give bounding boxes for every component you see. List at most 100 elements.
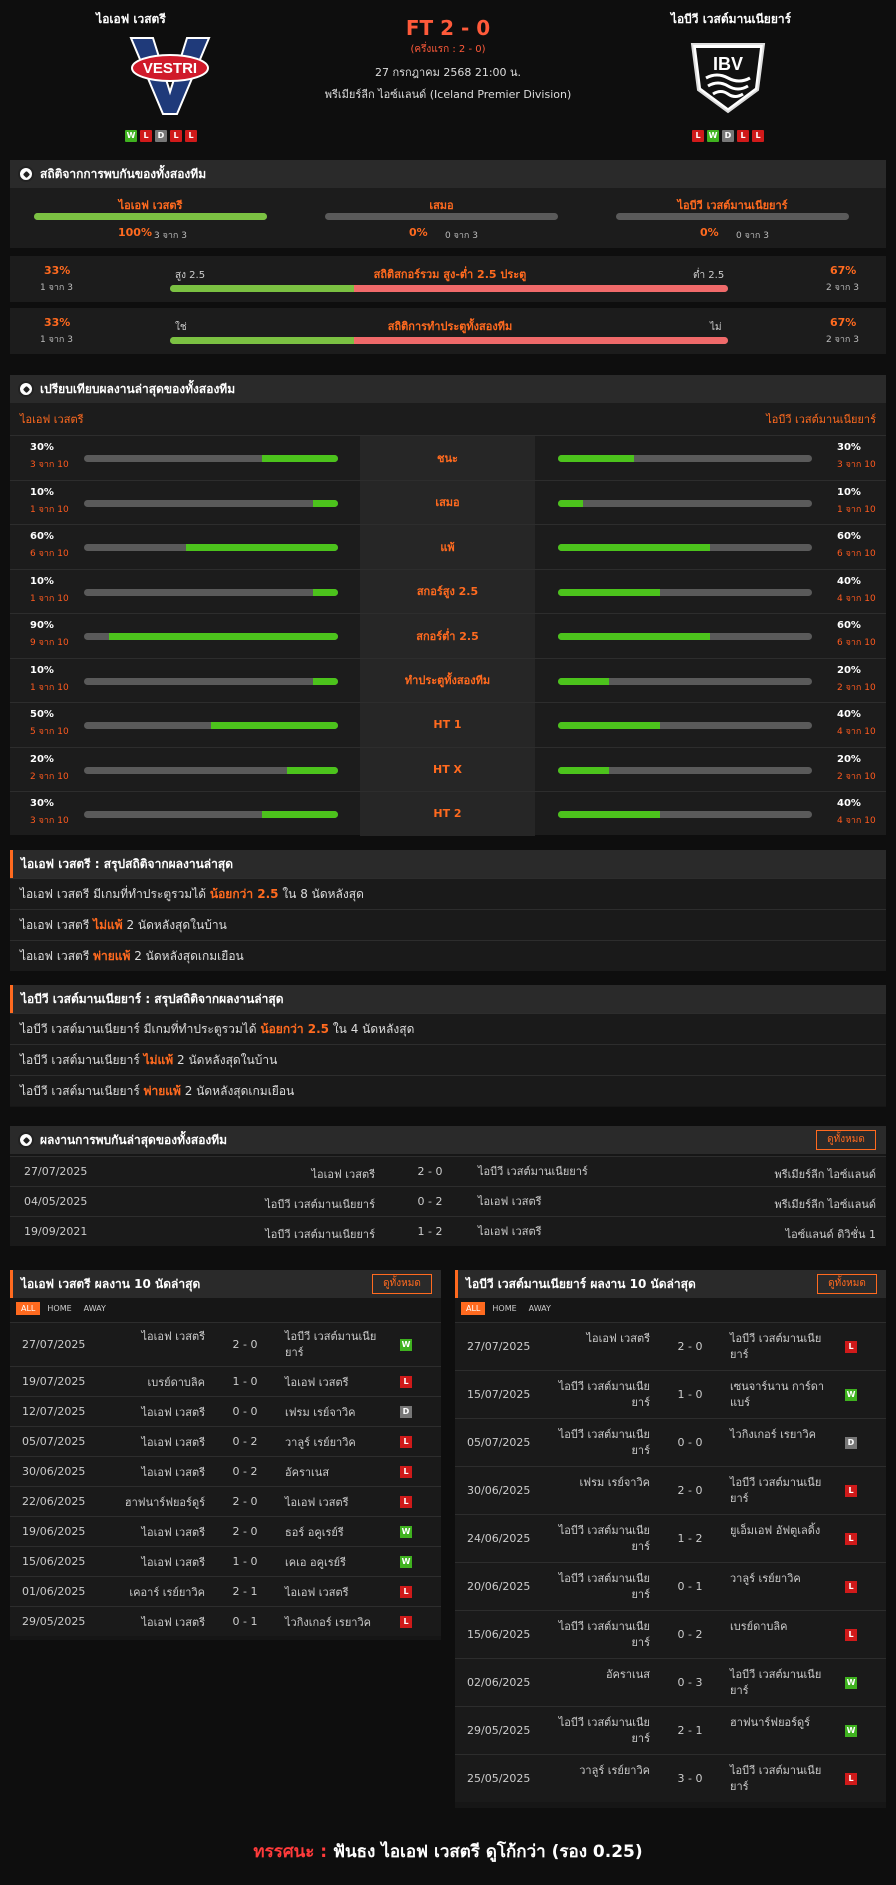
last10-row[interactable]: 22/06/2025 ฮาฟนาร์ฟยอร์ดูร์ 2 - 0 ไอเอฟ เวส… (10, 1486, 441, 1516)
h2h-col-bar (34, 213, 267, 220)
away-team-logo[interactable]: IBV (686, 34, 770, 118)
filter-tab[interactable]: ALL (16, 1302, 41, 1315)
h2h-result-row[interactable]: 19/09/2021 ไอบีวี เวสต์มานเนียยาร์ 1 - 2 ไอ… (10, 1216, 886, 1246)
last10-row[interactable]: 15/06/2025 ไอเอฟ เวสตรี 1 - 0 เคเอ อคูเรย์ร… (10, 1546, 441, 1576)
home-sub: 6 จาก 10 (30, 549, 69, 559)
match-away: เซนจาร์นาน การ์ดา แบร์ (730, 1380, 825, 1409)
last10-row[interactable]: 12/07/2025 ไอเอฟ เวสตรี 0 - 0 เฟรม เรย์จาวิ… (10, 1396, 441, 1426)
match-score: 0 - 0 (677, 1436, 703, 1449)
result-badge: L (400, 1616, 412, 1628)
home-bar (84, 766, 338, 774)
last10-row[interactable]: 19/06/2025 ไอเอฟ เวสตรี 2 - 0 ธอร์ อคูเรย์ร… (10, 1516, 441, 1546)
full-time-score: FT 2 - 0 (405, 16, 491, 40)
last10-row[interactable]: 15/07/2025 ไอบีวี เวสต์มานเนีย ยาร์ 1 - 0 เ… (455, 1370, 886, 1418)
match-league: ไอซ์แลนด์ ดิวิชั่น 1 (785, 1228, 876, 1241)
home-sub: 2 จาก 10 (30, 771, 69, 782)
match-date: 24/06/2025 (467, 1532, 531, 1545)
last10-row[interactable]: 02/06/2025 อัคราเนส 0 - 3 ไอบีวี เวสต์มานเน… (455, 1658, 886, 1706)
last10-row[interactable]: 05/07/2025 ไอบีวี เวสต์มานเนีย ยาร์ 0 - 0 ไ… (455, 1418, 886, 1466)
match-score: 1 - 2 (677, 1532, 703, 1545)
last10-home-view-all-button[interactable]: ดูทั้งหมด (372, 1274, 432, 1294)
summary-text: 2 นัดหลังสุดในบ้าน (173, 1053, 278, 1067)
football-icon (18, 1132, 34, 1148)
compare-row: 10% 1 จาก 10 สกอร์สูง 2.5 40% 4 จาก 10 (10, 568, 886, 613)
match-date: 05/07/2025 (22, 1435, 86, 1448)
home-team-name[interactable]: ไอเอฟ เวสตรี (21, 10, 241, 29)
last10-away-view-all-button[interactable]: ดูทั้งหมด (817, 1274, 877, 1294)
filter-tab[interactable]: ALL (461, 1302, 486, 1315)
last10-row[interactable]: 29/05/2025 ไอเอฟ เวสตรี 0 - 1 ไวกิงเกอร์ เร… (10, 1606, 441, 1636)
compare-label: เสมอ (360, 480, 535, 524)
filter-tab[interactable]: AWAY (79, 1302, 111, 1315)
compare-row: 90% 9 จาก 10 สกอร์ต่ำ 2.5 60% 6 จาก 10 (10, 613, 886, 658)
btts-left-sub: 1 จาก 3 (40, 335, 73, 345)
match-home: ไอเอฟ เวสตรี (141, 1436, 206, 1449)
last10-row[interactable]: 30/06/2025 ไอเอฟ เวสตรี 0 - 2 อัคราเนส L (10, 1456, 441, 1486)
away-sub: 3 จาก 10 (837, 460, 876, 470)
away-bar (558, 633, 812, 640)
summary-line: ไอเอฟ เวสตรี พ่ายแพ้ 2 นัดหลังสุดเกมเยือ… (10, 940, 886, 971)
filter-tab[interactable]: AWAY (524, 1302, 556, 1315)
last10-row[interactable]: 20/06/2025 ไอบีวี เวสต์มานเนีย ยาร์ 0 - 1 ว… (455, 1562, 886, 1610)
ou-left-pct: 33% (44, 264, 71, 277)
h2h-results-section: ผลงานการพบกันล่าสุดของทั้งสองทีม ดูทั้งห… (10, 1126, 886, 1246)
last10-row[interactable]: 24/06/2025 ไอบีวี เวสต์มานเนีย ยาร์ 1 - 2 ย… (455, 1514, 886, 1562)
match-home: เคอาร์ เรย์ยาวิค (129, 1586, 205, 1599)
away-team-name[interactable]: ไอบีวี เวสต์มานเนียยาร์ (621, 10, 841, 29)
home-pct: 10% (30, 664, 54, 676)
filter-tab[interactable]: HOME (487, 1302, 521, 1315)
home-pct: 50% (30, 709, 54, 720)
last10-row[interactable]: 29/05/2025 ไอบีวี เวสต์มานเนีย ยาร์ 2 - 1 ฮ… (455, 1706, 886, 1754)
last10-row[interactable]: 05/07/2025 ไอเอฟ เวสตรี 0 - 2 วาลูร์ เรย์ยา… (10, 1426, 441, 1456)
league-name: พรีเมียร์ลีก ไอซ์แลนด์ (Iceland Premier … (324, 88, 572, 101)
match-score: 0 - 2 (677, 1628, 703, 1641)
home-bar (84, 811, 338, 818)
home-bar-fill (312, 588, 338, 596)
home-bar-fill (261, 455, 338, 462)
result-badge: W (400, 1339, 412, 1351)
last10-row[interactable]: 27/07/2025 ไอเอฟ เวสตรี 2 - 0 ไอบีวี เวสต์ม… (10, 1322, 441, 1366)
match-score: 1 - 0 (677, 1388, 703, 1401)
last10-row[interactable]: 27/07/2025 ไอเอฟ เวสตรี 2 - 0 ไอบีวี เวสต์ม… (455, 1322, 886, 1370)
last10-row[interactable]: 19/07/2025 เบรย์ดาบลิค 1 - 0 ไอเอฟ เวสตรี L (10, 1366, 441, 1396)
away-bar-fill (558, 722, 660, 729)
h2h-result-row[interactable]: 04/05/2025 ไอบีวี เวสต์มานเนียยาร์ 0 - 2 ไอ… (10, 1186, 886, 1216)
match-score: 2 - 0 (232, 1495, 258, 1508)
form-badge: W (707, 130, 719, 142)
summary-line: ไอเอฟ เวสตรี ไม่แพ้ 2 นัดหลังสุดในบ้าน (10, 909, 886, 940)
home-sub: 1 จาก 10 (30, 682, 69, 693)
result-badge: D (845, 1437, 857, 1449)
h2h-view-all-button[interactable]: ดูทั้งหมด (816, 1130, 876, 1150)
football-icon (18, 166, 34, 182)
away-bar-fill (558, 677, 609, 685)
summary-text: ใน 4 นัดหลังสุด (329, 1022, 415, 1036)
home-pct: 90% (30, 620, 54, 631)
match-away: เฟรม เรย์จาวิค (285, 1406, 356, 1419)
last10-row[interactable]: 30/06/2025 เฟรม เรย์จาวิค 2 - 0 ไอบีวี เวสต… (455, 1466, 886, 1514)
h2h-stats-section: สถิติจากการพบกันของทั้งสองทีม ไอเอฟ เวสต… (10, 160, 886, 360)
home-pct: 20% (30, 753, 54, 765)
result-badge: L (845, 1533, 857, 1545)
h2h-result-row[interactable]: 27/07/2025 ไอเอฟ เวสตรี 2 - 0 ไอบีวี เวสต์ม… (10, 1156, 886, 1186)
result-badge: W (400, 1526, 412, 1538)
btts-right-pct: 67% (830, 316, 857, 329)
ou-right-sub: 2 จาก 3 (826, 283, 859, 293)
match-date: 27/07/2025 (24, 1165, 88, 1178)
compare-label: HT 1 (360, 703, 535, 747)
h2h-col-label: ไอเอฟ เวสตรี (118, 199, 183, 212)
h2h-results-header: ผลงานการพบกันล่าสุดของทั้งสองทีม (10, 1126, 886, 1154)
result-badge: L (400, 1436, 412, 1448)
match-home: วาลูร์ เรย์ยาวิค (579, 1764, 650, 1777)
away-pct: 10% (837, 486, 861, 498)
last10-row[interactable]: 25/05/2025 วาลูร์ เรย์ยาวิค 3 - 0 ไอบีวี เว… (455, 1754, 886, 1802)
away-sub: 6 จาก 10 (837, 638, 876, 648)
match-home: ไอบีวี เวสต์มานเนีย ยาร์ (558, 1620, 650, 1649)
last10-row[interactable]: 15/06/2025 ไอบีวี เวสต์มานเนีย ยาร์ 0 - 2 เ… (455, 1610, 886, 1658)
home-sub: 1 จาก 10 (30, 504, 69, 515)
filter-tab[interactable]: HOME (42, 1302, 76, 1315)
away-sub: 2 จาก 10 (837, 771, 876, 782)
match-away: ไอเอฟ เวสตรี (478, 1195, 542, 1208)
home-team-logo[interactable]: VESTRI (125, 34, 215, 120)
last10-row[interactable]: 01/06/2025 เคอาร์ เรย์ยาวิค 2 - 1 ไอเอฟ เวส… (10, 1576, 441, 1606)
btts-no-label: ไม่ (710, 322, 722, 333)
